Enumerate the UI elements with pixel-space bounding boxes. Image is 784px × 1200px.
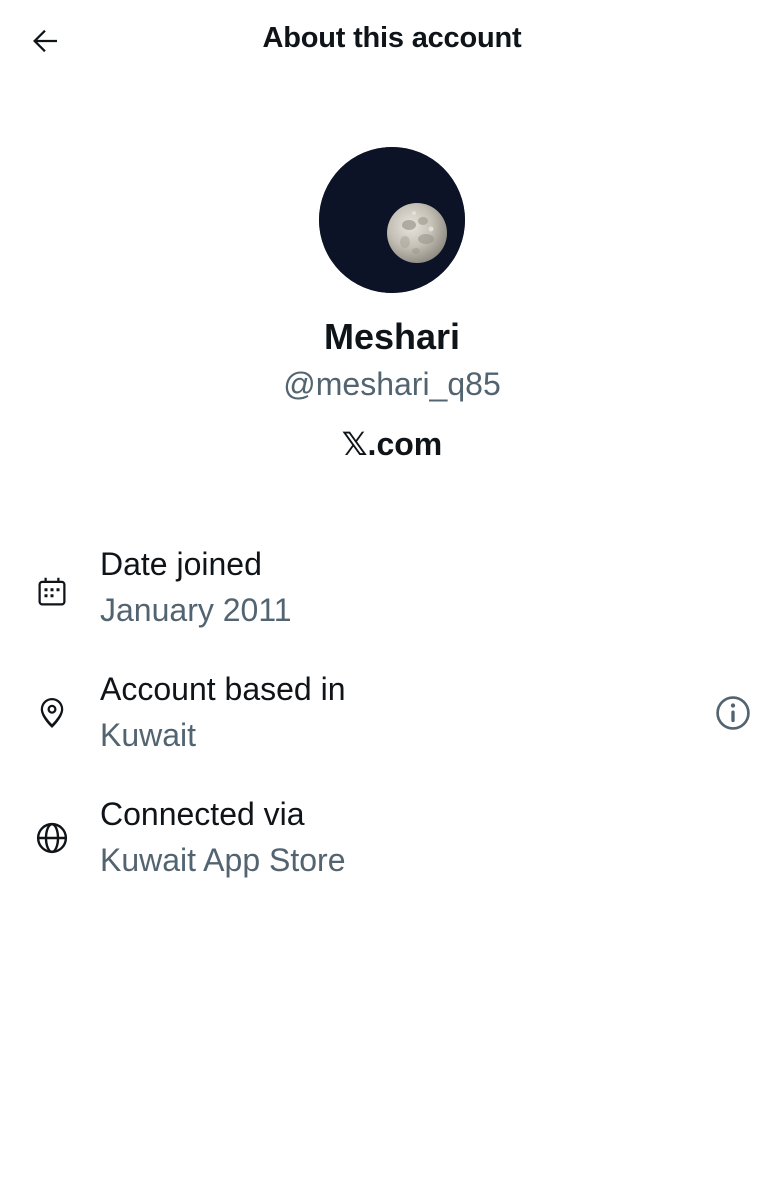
date-joined-row: Date joined January 2011 (0, 546, 784, 646)
display-name: Meshari (323, 316, 461, 357)
date-joined-value: January 2011 (100, 592, 292, 628)
connected-via-value: Kuwait App Store (100, 842, 346, 878)
globe-icon (30, 816, 74, 860)
date-joined-label: Date joined (100, 546, 262, 582)
header: About this account (0, 0, 784, 84)
info-button[interactable] (710, 690, 756, 736)
account-based-in-value: Kuwait (100, 717, 197, 753)
moon-avatar-image (319, 147, 465, 293)
connected-via-label: Connected via (100, 796, 305, 832)
calendar-icon (30, 570, 74, 614)
avatar[interactable] (319, 147, 465, 293)
location-pin-icon (30, 691, 74, 735)
handle: @meshari_q85 (283, 366, 501, 402)
connected-via-row: Connected via Kuwait App Store (0, 796, 784, 896)
info-icon (716, 696, 750, 730)
page-title: About this account (262, 22, 522, 54)
about-account-page: About this account Meshari @meshari_q85 … (0, 0, 784, 1200)
account-based-in-row: Account based in Kuwait (0, 671, 784, 771)
account-based-in-label: Account based in (100, 671, 346, 707)
platform-label: 𝕏.com (341, 426, 443, 462)
